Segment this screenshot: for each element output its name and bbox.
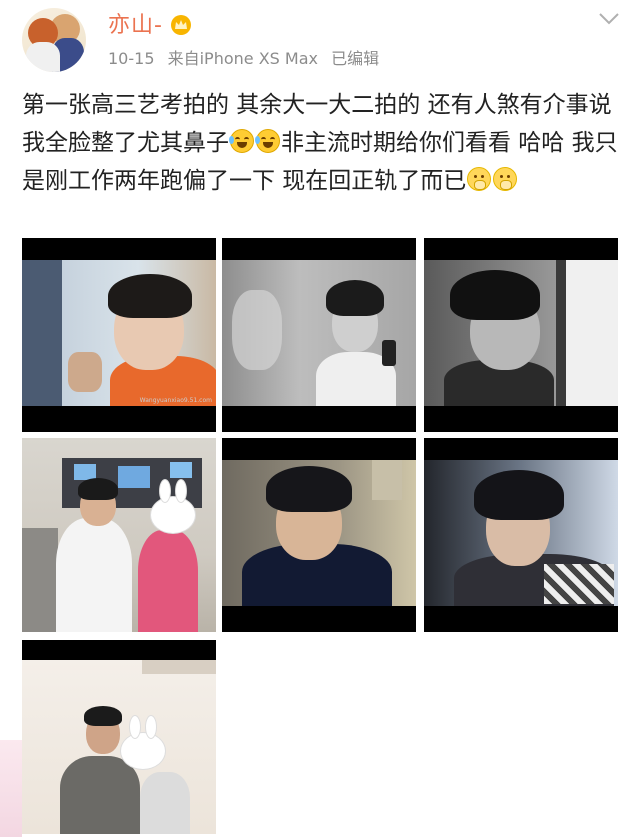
post-source[interactable]: 来自iPhone XS Max — [168, 49, 318, 68]
crown-icon — [171, 15, 191, 35]
username[interactable]: 亦山- — [108, 12, 163, 40]
avatar[interactable] — [22, 8, 86, 72]
shush-emoji — [467, 167, 492, 191]
photo-4[interactable] — [22, 438, 216, 632]
photo-watermark: Wangyuanxiao9.51.com — [139, 397, 212, 404]
laugh-cry-emoji — [229, 129, 254, 153]
corner-overlay — [0, 740, 22, 837]
photo-2[interactable] — [222, 238, 416, 432]
rabbit-sticker — [150, 479, 196, 534]
photo-3[interactable] — [424, 238, 618, 432]
post-meta: 10-15 来自iPhone XS Max 已编辑 — [108, 48, 387, 70]
photo-6[interactable] — [424, 438, 618, 632]
photo-1[interactable]: Wangyuanxiao9.51.com — [22, 238, 216, 432]
avatar-figure — [26, 42, 60, 72]
shush-emoji — [493, 167, 518, 191]
chevron-down-icon[interactable] — [598, 12, 620, 26]
laugh-cry-emoji — [255, 129, 280, 153]
edited-label[interactable]: 已编辑 — [331, 49, 379, 68]
post-time: 10-15 — [108, 49, 155, 68]
photo-5[interactable] — [222, 438, 416, 632]
photo-7[interactable] — [22, 640, 216, 834]
post-text: 第一张高三艺考拍的 其余大一大二拍的 还有人煞有介事说我全脸整了尤其鼻子 非主流时… — [22, 86, 622, 200]
rabbit-sticker — [120, 715, 166, 770]
